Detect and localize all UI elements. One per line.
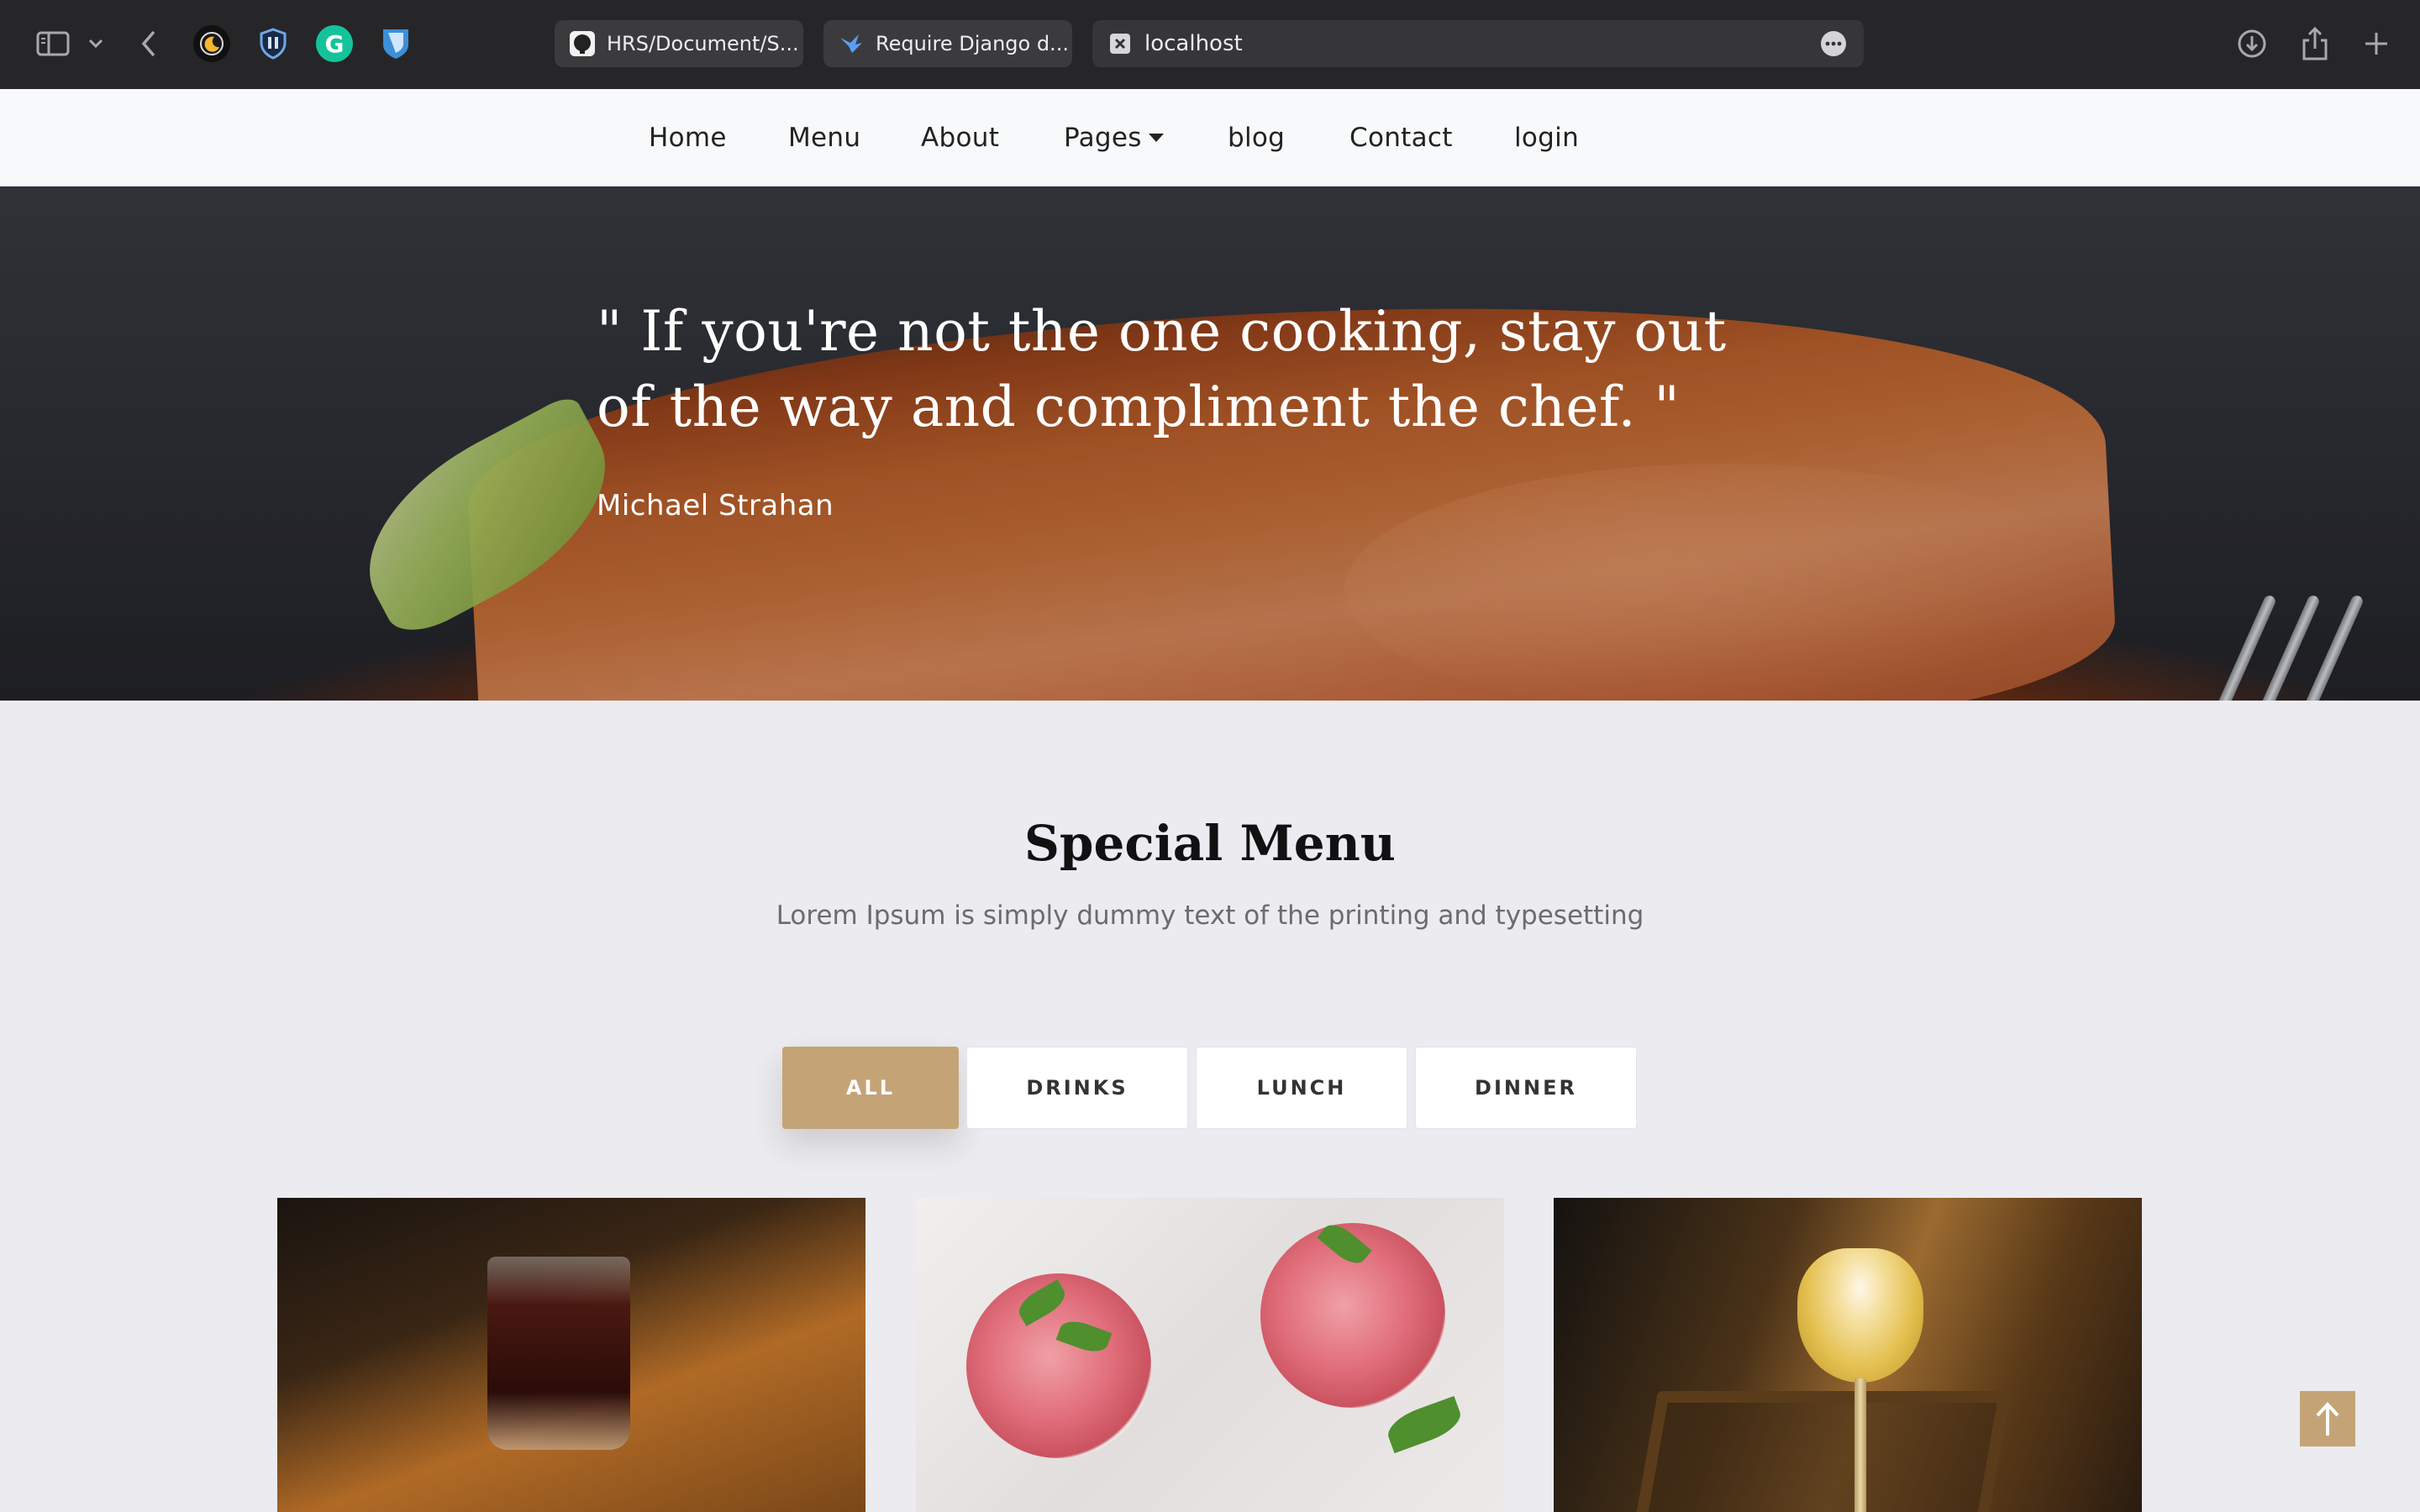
menu-item-card[interactable]	[277, 1198, 865, 1512]
nav-home[interactable]: Home	[649, 123, 727, 153]
address-text: localhost	[1144, 31, 1243, 56]
tab-django[interactable]: Require Django d...	[823, 20, 1072, 67]
page-close-icon	[1106, 29, 1134, 58]
menu-item-card[interactable]	[916, 1198, 1504, 1512]
arrow-up-icon	[2316, 1402, 2339, 1436]
github-icon	[568, 29, 597, 58]
address-bar[interactable]: localhost	[1092, 20, 1864, 67]
shield-extension-icon[interactable]	[255, 25, 292, 62]
tab-github[interactable]: HRS/Document/S...	[555, 20, 803, 67]
download-icon[interactable]	[2235, 23, 2269, 65]
section-subtitle: Lorem Ipsum is simply dummy text of the …	[776, 900, 1644, 931]
nav-contact[interactable]: Contact	[1349, 123, 1453, 153]
night-mode-extension-icon[interactable]	[193, 25, 230, 62]
nav-pages-label: Pages	[1064, 123, 1142, 153]
filter-dinner-button[interactable]: DINNER	[1415, 1047, 1637, 1129]
browser-toolbar: G HRS/Document/S... Require Django d... …	[0, 0, 2420, 89]
nav-login[interactable]: login	[1514, 123, 1579, 153]
bitwarden-extension-icon[interactable]	[377, 25, 414, 62]
hero-quote-author: Michael Strahan	[597, 489, 834, 522]
sidebar-toggle-icon[interactable]	[32, 23, 74, 65]
hero-quote-line1: " If you're not the one cooking, stay ou…	[597, 299, 1727, 364]
caret-down-icon	[1148, 134, 1164, 142]
filter-drinks-button[interactable]: DRINKS	[966, 1047, 1188, 1129]
bird-icon	[837, 29, 865, 58]
tab-label: Require Django d...	[876, 32, 1069, 55]
share-icon[interactable]	[2298, 23, 2332, 65]
nav-pages-dropdown[interactable]: Pages	[1064, 123, 1164, 153]
hero-quote: " If you're not the one cooking, stay ou…	[597, 294, 1815, 445]
filter-all-button[interactable]: ALL	[782, 1047, 959, 1129]
hero-banner: " If you're not the one cooking, stay ou…	[0, 186, 2420, 701]
cocktail-image	[1797, 1248, 1923, 1383]
grammarly-extension-icon[interactable]: G	[316, 25, 353, 62]
hero-quote-line2: of the way and compliment the chef. "	[597, 375, 1681, 439]
site-navbar: Home Menu About Pages blog Contact login	[0, 89, 2420, 186]
filter-lunch-button[interactable]: LUNCH	[1196, 1047, 1407, 1129]
nav-about[interactable]: About	[921, 123, 999, 153]
section-title: Special Menu	[1024, 815, 1396, 872]
chevron-down-icon[interactable]	[84, 23, 108, 65]
menu-item-card[interactable]	[1554, 1198, 2142, 1512]
nav-blog[interactable]: blog	[1228, 123, 1285, 153]
back-icon[interactable]	[134, 23, 163, 65]
new-tab-icon[interactable]	[2360, 23, 2393, 65]
cocktail-image	[487, 1257, 630, 1450]
tab-label: HRS/Document/S...	[607, 32, 799, 55]
scroll-to-top-button[interactable]	[2300, 1391, 2355, 1446]
more-options-icon[interactable]	[1820, 30, 1847, 62]
nav-menu[interactable]: Menu	[788, 123, 860, 153]
